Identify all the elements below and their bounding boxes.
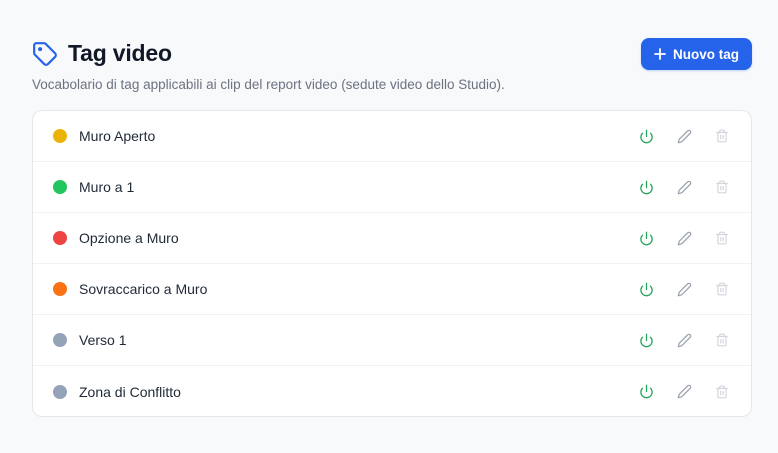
trash-icon <box>716 129 728 143</box>
tag-actions <box>619 264 733 314</box>
tag-actions <box>619 213 733 263</box>
delete-button[interactable] <box>711 329 733 351</box>
trash-icon <box>716 333 728 347</box>
edit-button[interactable] <box>673 381 695 403</box>
trash-icon <box>716 180 728 194</box>
delete-button[interactable] <box>711 227 733 249</box>
tag-color-dot <box>53 384 67 399</box>
tag-icon <box>32 41 58 67</box>
power-toggle-button[interactable] <box>635 381 657 403</box>
tag-actions <box>619 315 733 365</box>
tag-video-page: Tag video Vocabolario di tag applicabili… <box>0 0 778 453</box>
delete-button[interactable] <box>711 278 733 300</box>
power-toggle-button[interactable] <box>635 125 657 147</box>
power-toggle-button[interactable] <box>635 278 657 300</box>
tag-label: Opzione a Muro <box>79 230 179 246</box>
pencil-icon <box>677 129 691 143</box>
tag-actions <box>619 366 733 416</box>
tag-actions <box>619 162 733 212</box>
page-subtitle: Vocabolario di tag applicabili ai clip d… <box>32 77 505 92</box>
tag-color-dot <box>53 129 67 143</box>
pencil-icon <box>677 231 691 245</box>
delete-button[interactable] <box>711 381 733 403</box>
power-icon <box>639 282 653 296</box>
pencil-icon <box>677 180 691 194</box>
pencil-icon <box>677 333 691 347</box>
tag-row: Zona di Conflitto <box>33 366 751 416</box>
new-tag-button-label: Nuovo tag <box>673 46 739 62</box>
power-icon <box>639 180 653 194</box>
trash-icon <box>716 282 728 296</box>
tag-row: Sovraccarico a Muro <box>33 264 751 315</box>
tag-label: Sovraccarico a Muro <box>79 281 208 297</box>
tag-color-dot <box>53 282 67 296</box>
new-tag-button[interactable]: Nuovo tag <box>641 38 752 70</box>
trash-icon <box>716 231 728 245</box>
page-title: Tag video <box>68 40 172 66</box>
tag-row: Opzione a Muro <box>33 213 751 264</box>
tag-color-dot <box>53 333 67 347</box>
tag-color-dot <box>53 231 67 245</box>
delete-button[interactable] <box>711 176 733 198</box>
power-toggle-button[interactable] <box>635 329 657 351</box>
power-toggle-button[interactable] <box>635 176 657 198</box>
tag-list: Muro Aperto Muro a 1 Opzione a Muro Sovr… <box>32 110 752 417</box>
edit-button[interactable] <box>673 227 695 249</box>
edit-button[interactable] <box>673 278 695 300</box>
trash-icon <box>716 385 728 398</box>
power-toggle-button[interactable] <box>635 227 657 249</box>
plus-icon <box>654 48 666 60</box>
tag-label: Muro a 1 <box>79 179 135 195</box>
page-header: Tag video <box>32 40 172 67</box>
tag-actions <box>619 111 733 161</box>
tag-row: Muro a 1 <box>33 162 751 213</box>
pencil-icon <box>677 384 691 399</box>
tag-label: Verso 1 <box>79 332 127 348</box>
tag-row: Muro Aperto <box>33 111 751 162</box>
edit-button[interactable] <box>673 176 695 198</box>
power-icon <box>639 384 653 399</box>
power-icon <box>639 333 653 347</box>
tag-label: Zona di Conflitto <box>79 383 181 400</box>
tag-row: Verso 1 <box>33 315 751 366</box>
tag-color-dot <box>53 180 67 194</box>
edit-button[interactable] <box>673 329 695 351</box>
power-icon <box>639 129 653 143</box>
delete-button[interactable] <box>711 125 733 147</box>
edit-button[interactable] <box>673 125 695 147</box>
pencil-icon <box>677 282 691 296</box>
power-icon <box>639 231 653 245</box>
tag-label: Muro Aperto <box>79 128 156 144</box>
